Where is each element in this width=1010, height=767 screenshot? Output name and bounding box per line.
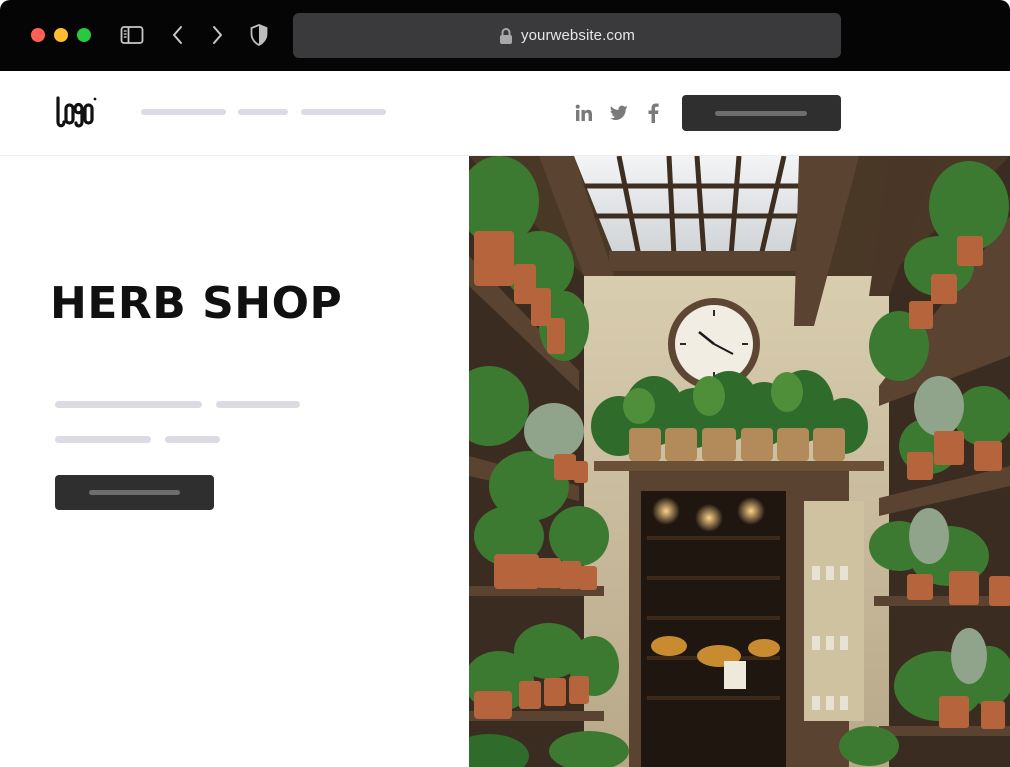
hero-text-line-2a (55, 436, 151, 443)
header-cta-button[interactable] (682, 95, 841, 131)
hero-image (469, 156, 1010, 767)
maximize-window-button[interactable] (77, 28, 91, 42)
minimize-window-button[interactable] (54, 28, 68, 42)
header-cta-label (715, 111, 807, 116)
url-text: yourwebsite.com (520, 27, 636, 44)
facebook-icon[interactable] (643, 103, 663, 123)
chevron-right-icon[interactable] (204, 22, 230, 48)
nav-link-1[interactable] (141, 109, 226, 115)
browser-chrome: yourwebsite.com (0, 0, 1010, 71)
hero-text-line-2b (165, 436, 220, 443)
nav-link-2[interactable] (238, 109, 288, 115)
address-bar[interactable]: yourwebsite.com (293, 13, 841, 58)
hero-title: HERB SHOP (50, 278, 343, 329)
hero-cta-button[interactable] (55, 475, 214, 510)
twitter-icon[interactable] (609, 103, 629, 123)
nav-link-3[interactable] (301, 109, 386, 115)
hero-text-line-1b (216, 401, 300, 408)
linkedin-icon[interactable] (574, 103, 594, 123)
shield-icon[interactable] (246, 22, 272, 48)
sidebar-toggle-icon[interactable] (119, 22, 145, 48)
site-logo[interactable] (54, 95, 98, 131)
hero-cta-label (89, 490, 180, 495)
chevron-left-icon[interactable] (165, 22, 191, 48)
lock-icon (499, 27, 513, 45)
close-window-button[interactable] (31, 28, 45, 42)
site-header (0, 71, 1010, 156)
hero-text-line-1a (55, 401, 202, 408)
